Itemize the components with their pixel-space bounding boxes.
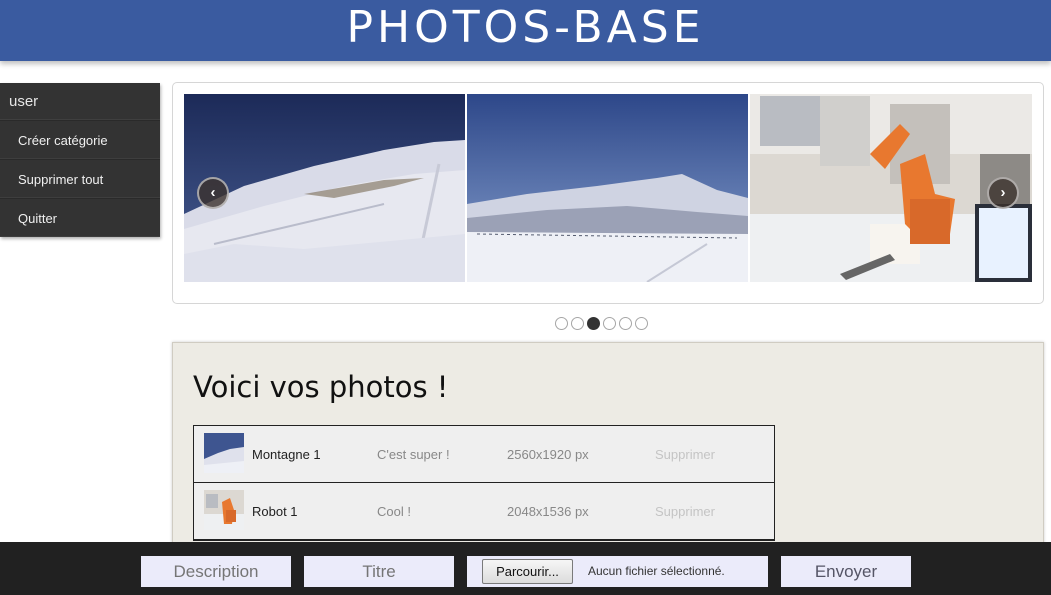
photo-description: Cool ! <box>377 504 411 519</box>
carousel-prev-button[interactable]: ‹ <box>197 177 229 209</box>
page: PHOTOS-BASE user Créer catégorie Supprim… <box>0 0 1051 595</box>
carousel-slide-mountain[interactable] <box>467 94 748 282</box>
carousel-dot-3[interactable] <box>587 317 600 330</box>
photo-thumbnail[interactable] <box>204 490 244 530</box>
browse-button[interactable]: Parcourir... <box>482 559 573 584</box>
carousel-dot-4[interactable] <box>603 317 616 330</box>
photo-title: Montagne 1 <box>252 447 321 462</box>
photo-carousel: ‹ › <box>172 82 1044 304</box>
file-input: Parcourir... Aucun fichier sélectionné. <box>467 556 768 587</box>
carousel-next-button[interactable]: › <box>987 177 1019 209</box>
sidebar-item-create-category[interactable]: Créer catégorie <box>0 120 160 159</box>
photo-title: Robot 1 <box>252 504 298 519</box>
submit-button[interactable]: Envoyer <box>781 556 911 587</box>
carousel-dot-1[interactable] <box>555 317 568 330</box>
photo-size: 2048x1536 px <box>507 504 589 519</box>
description-input[interactable] <box>141 556 291 587</box>
photos-heading: Voici vos photos ! <box>193 370 449 404</box>
photos-table: Montagne 1 C'est super ! 2560x1920 px Su… <box>193 425 775 541</box>
table-row: Robot 1 Cool ! 2048x1536 px Supprimer <box>194 483 774 540</box>
no-file-label: Aucun fichier sélectionné. <box>588 564 725 578</box>
photo-size: 2560x1920 px <box>507 447 589 462</box>
delete-photo-link[interactable]: Supprimer <box>655 504 715 519</box>
site-title: PHOTOS-BASE <box>346 2 705 53</box>
upload-bar: Parcourir... Aucun fichier sélectionné. … <box>0 542 1051 595</box>
carousel-dot-6[interactable] <box>635 317 648 330</box>
carousel-dot-5[interactable] <box>619 317 632 330</box>
header: PHOTOS-BASE <box>0 0 1051 61</box>
sidebar-item-quit[interactable]: Quitter <box>0 198 160 237</box>
title-input[interactable] <box>304 556 454 587</box>
carousel-dot-2[interactable] <box>571 317 584 330</box>
delete-photo-link[interactable]: Supprimer <box>655 447 715 462</box>
carousel-indicators <box>555 317 651 331</box>
table-row: Montagne 1 C'est super ! 2560x1920 px Su… <box>194 426 774 483</box>
sidebar-username: user <box>0 83 160 120</box>
photo-thumbnail[interactable] <box>204 433 244 473</box>
carousel-slides <box>184 94 1032 282</box>
sidebar-item-delete-all[interactable]: Supprimer tout <box>0 159 160 198</box>
photo-description: C'est super ! <box>377 447 450 462</box>
sidebar: user Créer catégorie Supprimer tout Quit… <box>0 83 160 237</box>
